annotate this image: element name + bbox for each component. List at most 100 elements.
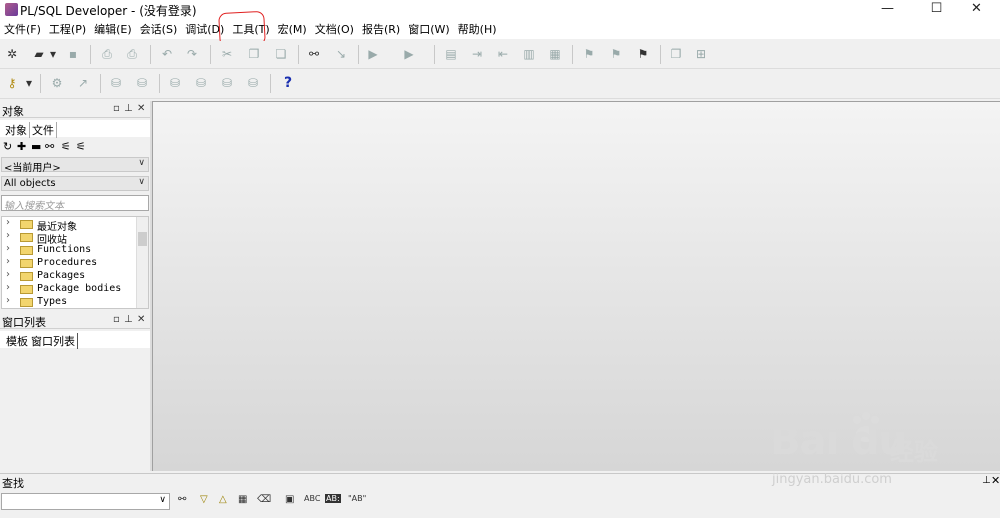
find-input[interactable]: ∨ <box>1 493 170 510</box>
uncomment-icon[interactable]: ▦ <box>546 45 564 63</box>
tree-node-packages[interactable]: › Packages <box>2 269 134 283</box>
break-icon[interactable]: ↗ <box>74 74 92 92</box>
commit-icon[interactable]: ⛁ <box>107 74 125 92</box>
filter-edit-icon[interactable]: ⚟ <box>76 140 86 153</box>
unindent-icon[interactable]: ⇤ <box>494 45 512 63</box>
db-icon-2[interactable]: ⛁ <box>192 74 210 92</box>
expand-icon[interactable]: › <box>6 256 10 267</box>
object-search-input[interactable]: 输入搜索文本 <box>1 195 149 212</box>
case-sensitive-label[interactable]: ABC <box>304 494 320 503</box>
window-tool2-icon[interactable]: ⚑ <box>607 45 625 63</box>
minimize-button[interactable]: — <box>865 0 910 20</box>
db-icon-4[interactable]: ⛁ <box>244 74 262 92</box>
copy-icon[interactable]: ❐ <box>245 45 263 63</box>
menu-help[interactable]: 帮助(H) <box>454 20 501 39</box>
save-icon[interactable]: ▪ <box>64 45 82 63</box>
paste-icon[interactable]: ❏ <box>272 45 290 63</box>
expand-icon[interactable]: › <box>6 282 10 293</box>
rollback-icon[interactable]: ⛁ <box>133 74 151 92</box>
redo-icon[interactable]: ↷ <box>183 45 201 63</box>
window-tool-icon[interactable]: ⚑ <box>580 45 598 63</box>
expand-icon[interactable]: › <box>6 217 10 228</box>
menu-file[interactable]: 文件(F) <box>0 20 45 39</box>
menu-edit[interactable]: 编辑(E) <box>90 20 136 39</box>
pin-icon[interactable]: ⊥ <box>982 475 991 486</box>
cascade-icon[interactable]: ❐ <box>667 45 685 63</box>
refresh-icon[interactable]: ↻ <box>3 140 12 153</box>
object-panel-tabs: 对象 文件 <box>0 120 150 138</box>
menu-window[interactable]: 窗口(W) <box>404 20 453 39</box>
settings-gear-icon[interactable]: ⚙ <box>48 74 66 92</box>
undo-icon[interactable]: ↶ <box>158 45 176 63</box>
new-icon[interactable]: ✲ <box>3 45 21 63</box>
tree-node-functions[interactable]: › Functions <box>2 243 134 257</box>
filter-icon[interactable]: ⚟ <box>61 140 71 153</box>
expand-icon[interactable]: › <box>6 243 10 254</box>
find-next-icon[interactable]: ↘ <box>332 45 350 63</box>
whole-word-label[interactable]: "AB" <box>348 494 366 503</box>
close-button[interactable]: ✕ <box>954 0 999 20</box>
pin-icon[interactable]: ⊥ <box>124 103 133 114</box>
chevron-down-icon: ∨ <box>138 177 145 187</box>
scroll-thumb[interactable] <box>138 232 147 246</box>
logon-dropdown-icon[interactable]: ▾ <box>24 74 34 92</box>
db-icon-3[interactable]: ⛁ <box>218 74 236 92</box>
tab-templates[interactable]: 模板 <box>4 333 30 349</box>
binoculars-icon[interactable]: ⚯ <box>45 140 54 153</box>
close-icon[interactable]: ✕ <box>991 474 1000 487</box>
expand-icon[interactable]: › <box>6 295 10 306</box>
window-tool3-icon[interactable]: ⚑ <box>634 45 652 63</box>
maximize-button[interactable]: ☐ <box>914 0 959 20</box>
doc-icon[interactable]: ▤ <box>442 45 460 63</box>
menu-report[interactable]: 报告(R) <box>358 20 404 39</box>
tree-node-types[interactable]: › Types <box>2 295 134 308</box>
open-dropdown-icon[interactable]: ▾ <box>48 45 58 63</box>
tab-window-list[interactable]: 窗口列表 <box>29 333 78 349</box>
tree-scrollbar[interactable] <box>136 217 148 308</box>
tab-files[interactable]: 文件 <box>29 122 57 138</box>
open-folder-icon[interactable]: ▰ <box>30 45 48 63</box>
object-filter-select[interactable]: All objects ∨ <box>1 176 149 191</box>
binoculars-icon[interactable]: ⚯ <box>178 494 186 505</box>
expand-icon[interactable]: › <box>6 269 10 280</box>
print-icon[interactable]: ⎙ <box>98 45 116 63</box>
logon-key-icon[interactable]: ⚷ <box>3 74 21 92</box>
indent-icon[interactable]: ⇥ <box>468 45 486 63</box>
close-icon[interactable]: ✕ <box>137 103 145 114</box>
regex-label[interactable]: AB: <box>325 494 341 503</box>
help-icon[interactable]: ? <box>279 74 297 92</box>
menu-document[interactable]: 文档(O) <box>311 20 358 39</box>
db-icon-1[interactable]: ⛁ <box>166 74 184 92</box>
user-select-value: <当前用户> <box>4 163 61 174</box>
eraser-icon[interactable]: ⌫ <box>257 494 271 505</box>
print-preview-icon[interactable]: ⎙ <box>123 45 141 63</box>
expand-icon[interactable]: › <box>6 230 10 241</box>
execute-icon[interactable]: ▶ <box>364 45 382 63</box>
restore-icon[interactable]: ▫ <box>113 314 120 325</box>
highlight-all-icon[interactable]: ▦ <box>238 494 247 505</box>
add-icon[interactable]: ✚ <box>17 140 26 153</box>
comment-icon[interactable]: ▥ <box>520 45 538 63</box>
tree-node-package-bodies[interactable]: › Package bodies <box>2 282 134 296</box>
menu-project[interactable]: 工程(P) <box>45 20 90 39</box>
tree-node-recyclebin[interactable]: › 回收站 <box>2 230 134 246</box>
restore-icon[interactable]: ▫ <box>113 103 120 114</box>
compile-icon[interactable]: ▶ <box>400 45 418 63</box>
cut-icon[interactable]: ✂ <box>218 45 236 63</box>
tree-node-recent[interactable]: › 最近对象 <box>2 217 134 233</box>
window-title: PL/SQL Developer - (没有登录) <box>20 4 197 18</box>
menu-macro[interactable]: 宏(M) <box>274 20 311 39</box>
find-prev-up-icon[interactable]: △ <box>219 494 227 505</box>
remove-icon[interactable]: ▬ <box>31 140 41 153</box>
user-select[interactable]: <当前用户> ∨ <box>1 157 149 174</box>
menu-session[interactable]: 会话(S) <box>136 20 182 39</box>
close-icon[interactable]: ✕ <box>137 314 145 325</box>
tab-objects[interactable]: 对象 <box>3 122 29 138</box>
match-whole-icon[interactable]: ▣ <box>285 494 294 505</box>
find-binoculars-icon[interactable]: ⚯ <box>305 45 323 63</box>
tree-node-procedures[interactable]: › Procedures <box>2 256 134 270</box>
tile-icon[interactable]: ⊞ <box>692 45 710 63</box>
pin-icon[interactable]: ⊥ <box>124 314 133 325</box>
chevron-down-icon[interactable]: ∨ <box>159 495 166 505</box>
find-next-down-icon[interactable]: ▽ <box>200 494 208 505</box>
